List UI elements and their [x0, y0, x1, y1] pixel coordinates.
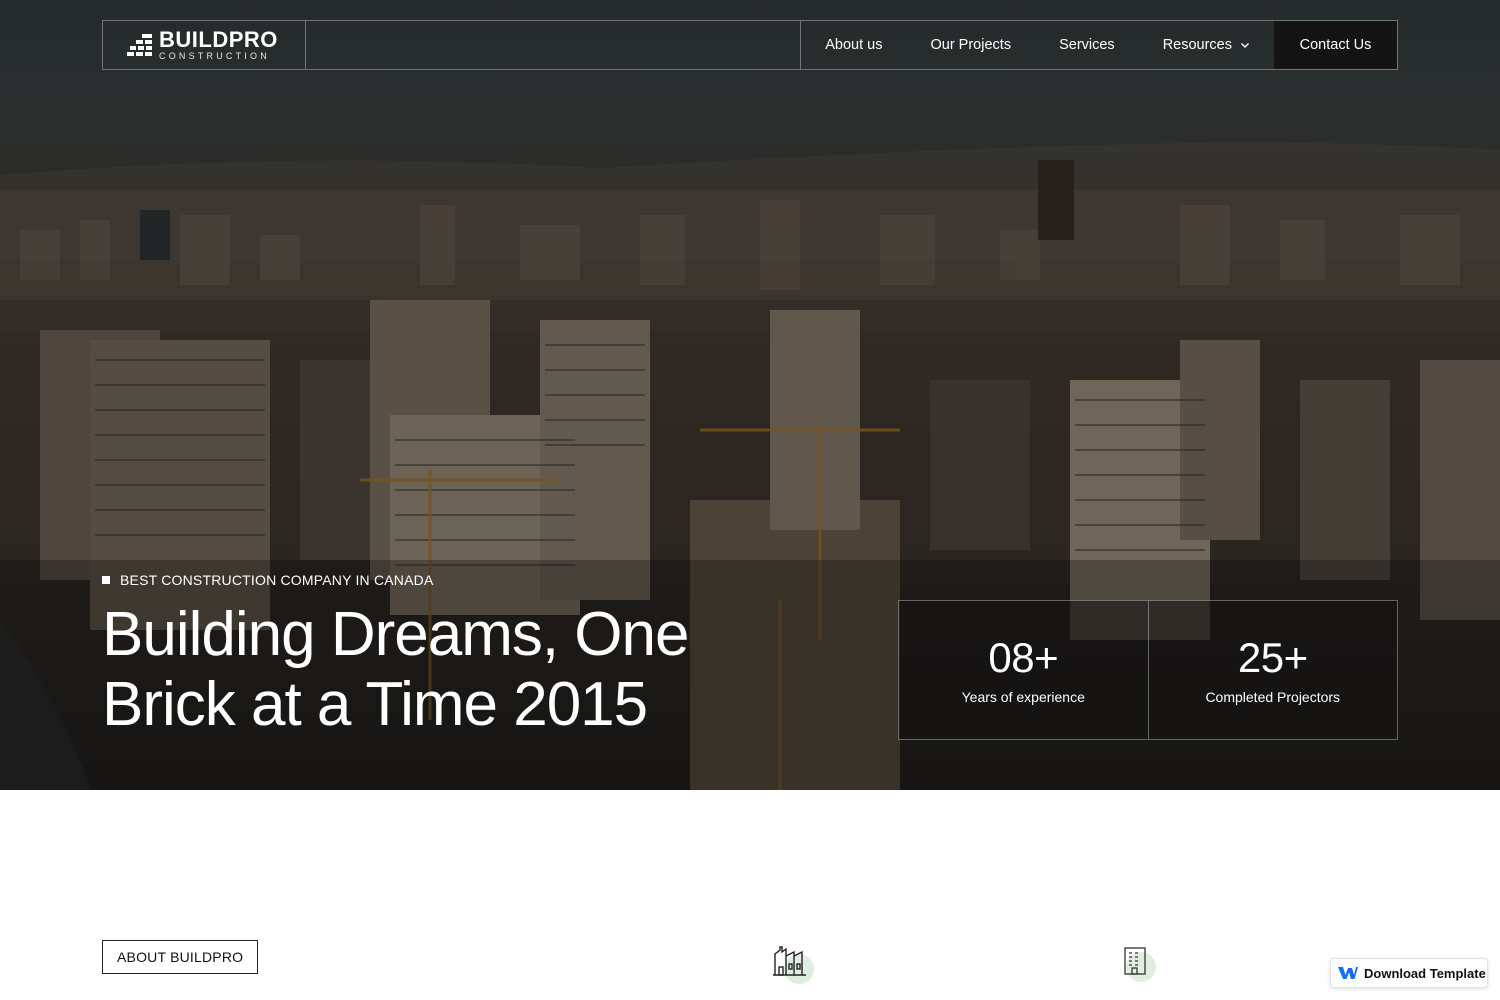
hero-headline-line-2: Brick at a Time 2015	[102, 670, 648, 739]
hero-eyebrow: BEST CONSTRUCTION COMPANY IN CANADA	[102, 572, 433, 588]
top-navigation: BUILDPRO CONSTRUCTION About us Our Proje…	[102, 20, 1398, 70]
stat-label: Years of experience	[961, 689, 1085, 705]
chevron-down-icon	[1240, 42, 1250, 49]
contact-us-button[interactable]: Contact Us	[1274, 21, 1397, 69]
nav-links: About us Our Projects Services Resources	[801, 21, 1274, 69]
stat-projects: 25+ Completed Projectors	[1147, 601, 1398, 739]
hero-headline: Building Dreams, One Brick at a Time 201…	[102, 600, 742, 740]
stat-value: 25+	[1237, 634, 1308, 681]
brick-stack-icon	[127, 34, 152, 56]
brand-logo[interactable]: BUILDPRO CONSTRUCTION	[103, 21, 306, 69]
download-template-label: Download Template	[1364, 965, 1486, 981]
hero-section: BUILDPRO CONSTRUCTION About us Our Proje…	[0, 0, 1500, 790]
nav-link-resources-label: Resources	[1162, 37, 1232, 53]
nav-spacer	[306, 21, 802, 69]
square-bullet-icon	[102, 576, 110, 584]
stat-value: 08+	[988, 634, 1059, 681]
download-template-button[interactable]: Download Template	[1330, 958, 1488, 988]
brand-name: BUILDPRO	[159, 27, 278, 52]
webflow-logo-icon	[1338, 967, 1358, 979]
stat-years: 08+ Years of experience	[899, 601, 1148, 739]
factory-icon	[772, 942, 816, 986]
nav-link-our-projects[interactable]: Our Projects	[906, 21, 1035, 69]
nav-link-resources[interactable]: Resources	[1139, 21, 1274, 69]
brand-tagline: CONSTRUCTION	[159, 51, 270, 61]
hero-eyebrow-text: BEST CONSTRUCTION COMPANY IN CANADA	[120, 572, 434, 588]
nav-link-services[interactable]: Services	[1035, 21, 1139, 69]
hero-headline-line-1: Building Dreams, One	[102, 600, 689, 669]
nav-link-about-us[interactable]: About us	[801, 21, 906, 69]
office-building-icon	[1122, 944, 1166, 988]
stat-label: Completed Projectors	[1205, 689, 1341, 705]
brand-text: BUILDPRO CONSTRUCTION	[159, 29, 278, 61]
stats-panel: 08+ Years of experience 25+ Completed Pr…	[898, 600, 1398, 740]
about-section-tag: ABOUT BUILDPRO	[102, 940, 259, 974]
